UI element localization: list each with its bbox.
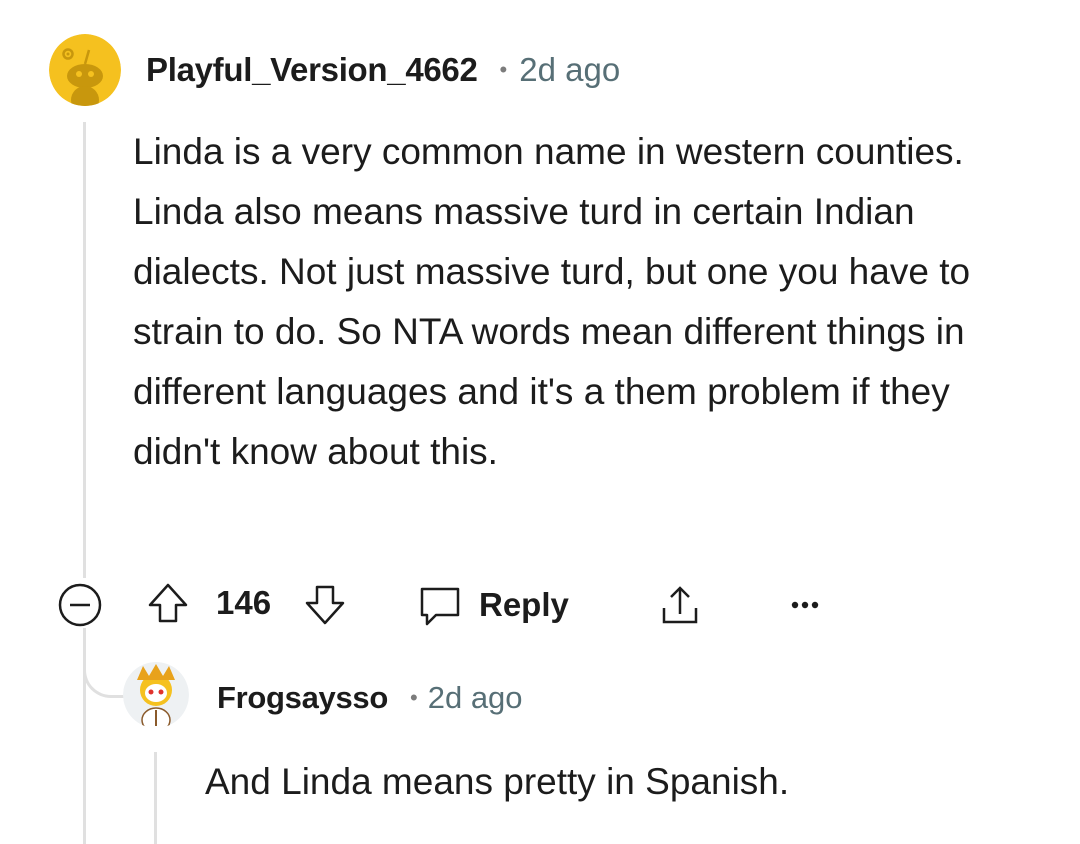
avatar[interactable] [49, 34, 121, 106]
score-count: 146 [216, 584, 272, 621]
comment-username[interactable]: Playful_Version_4662 [146, 51, 478, 89]
reply-time[interactable]: 2d ago [428, 680, 523, 716]
more-icon [791, 601, 819, 609]
more-options-button[interactable] [780, 580, 830, 630]
downvote-button[interactable] [302, 582, 348, 628]
downvote-icon [305, 585, 345, 625]
score: 146 [216, 584, 271, 622]
snoo-avatar-icon [49, 34, 121, 106]
collapse-icon [58, 583, 102, 627]
meta-separator: • [499, 57, 508, 82]
snoo-costume-avatar-icon [123, 662, 189, 728]
reply-label: Reply [479, 586, 569, 623]
comment-time[interactable]: 2d ago [519, 51, 620, 89]
comment-body: Linda is a very common name in western c… [133, 131, 971, 472]
reply-meta: Frogsaysso • 2d ago [217, 679, 523, 717]
reply-meta-separator: • [410, 685, 418, 710]
reply-button[interactable]: Reply [415, 580, 569, 630]
comment-actions: 146 Reply [55, 578, 855, 628]
upvote-icon [148, 583, 188, 623]
thread-branch-curve [83, 640, 126, 698]
reply-icon [420, 587, 460, 626]
reply-username[interactable]: Frogsaysso [217, 680, 388, 716]
reply-avatar[interactable] [123, 662, 189, 728]
thread-line-reply[interactable] [154, 752, 157, 844]
share-button[interactable] [655, 580, 705, 630]
upvote-button[interactable] [145, 580, 191, 626]
comment-meta: Playful_Version_4662 • 2d ago [146, 50, 620, 90]
thread-line-main[interactable] [83, 122, 86, 578]
share-icon [662, 586, 698, 624]
collapse-button[interactable] [55, 580, 105, 630]
reply-body: And Linda means pretty in Spanish. [205, 761, 790, 802]
